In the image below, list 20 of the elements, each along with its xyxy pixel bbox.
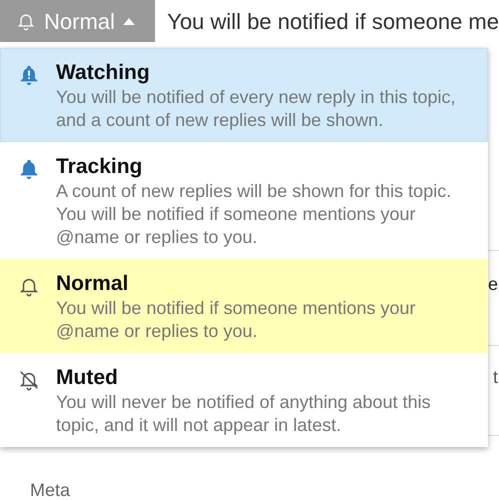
background-heading: Meta bbox=[30, 481, 70, 499]
bell-alert-icon bbox=[18, 64, 40, 86]
menu-item-description: You will be notified if someone mentions your @name or replies to you. bbox=[56, 297, 417, 343]
notification-description: You will be notified if someone me bbox=[167, 8, 499, 36]
menu-item-title: Normal bbox=[56, 271, 130, 297]
bell-icon bbox=[18, 158, 40, 180]
caret-up-icon bbox=[122, 18, 135, 24]
menu-item-title: Tracking bbox=[56, 154, 144, 180]
menu-item-description: A count of new replies will be shown for this topic. You will be notified if someone mentions your @name or replies to you. bbox=[56, 180, 452, 249]
menu-item[interactable]: Normal You will be notified if someone mentions your @name or replies to you. bbox=[0, 259, 488, 353]
menu-item-description: You will be notified of every new reply in this topic, and a count of new replies will be shown. bbox=[56, 86, 457, 132]
menu-item[interactable]: Watching You will be notified of every new reply in this topic, and a count of new replies will be shown. bbox=[0, 48, 488, 142]
bell-off-icon bbox=[18, 369, 40, 391]
background-text: t bbox=[492, 366, 499, 389]
background-text: e bbox=[488, 273, 499, 296]
menu-item[interactable]: Tracking A count of new replies will be shown for this topic. You will be notified if someone mentions your @name or replies to you. bbox=[0, 142, 488, 259]
menu-item-title: Watching bbox=[56, 60, 151, 86]
menu-item-title: Muted bbox=[56, 365, 119, 391]
menu-item[interactable]: Muted You will never be notified of anything about this topic, and it will not appear in latest. bbox=[0, 353, 488, 447]
menu-item-description: You will never be notified of anything about this topic, and it will not appear in latest. bbox=[56, 391, 432, 437]
